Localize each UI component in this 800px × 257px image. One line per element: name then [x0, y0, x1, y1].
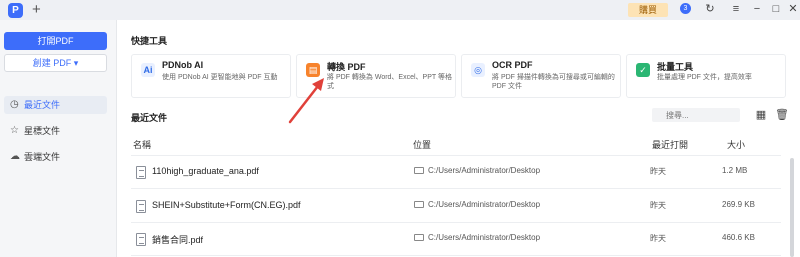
file-last-opened: 昨天: [650, 234, 666, 243]
column-header-location[interactable]: 位置: [413, 138, 431, 151]
pdf-file-icon: [136, 166, 146, 179]
file-location: C:/Users/Administrator/Desktop: [428, 166, 541, 175]
file-size: 269.9 KB: [722, 200, 755, 209]
file-last-opened: 昨天: [650, 201, 666, 210]
file-last-opened: 昨天: [650, 167, 666, 176]
file-location: C:/Users/Administrator/Desktop: [428, 233, 541, 242]
table-row[interactable]: SHEIN+Substitute+Form(CN.EG).pdf C:/User…: [131, 190, 781, 223]
pdf-file-icon: [136, 200, 146, 213]
file-size: 460.6 KB: [722, 233, 755, 242]
trash-icon[interactable]: 🗑: [775, 108, 789, 122]
file-name: SHEIN+Substitute+Form(CN.EG).pdf: [152, 200, 301, 210]
table-row[interactable]: 110high_graduate_ana.pdf C:/Users/Admini…: [131, 156, 781, 189]
recent-files-title: 最近文件: [131, 113, 168, 123]
file-name: 110high_graduate_ana.pdf: [152, 166, 259, 176]
column-header-size[interactable]: 大小: [727, 138, 745, 151]
file-size: 1.2 MB: [722, 166, 748, 175]
scrollbar[interactable]: [790, 158, 794, 257]
folder-icon[interactable]: [414, 167, 424, 174]
search-input[interactable]: [652, 108, 740, 122]
grid-view-icon[interactable]: ▦: [754, 108, 768, 122]
column-header-name[interactable]: 名稱: [133, 138, 151, 151]
folder-icon[interactable]: [414, 201, 424, 208]
folder-icon[interactable]: [414, 234, 424, 241]
file-name: 銷售合同.pdf: [152, 235, 204, 245]
file-location: C:/Users/Administrator/Desktop: [428, 200, 541, 209]
pdf-file-icon: [136, 233, 146, 246]
table-row[interactable]: 銷售合同.pdf C:/Users/Administrator/Desktop …: [131, 223, 781, 256]
column-header-last-opened[interactable]: 最近打開: [652, 138, 688, 151]
